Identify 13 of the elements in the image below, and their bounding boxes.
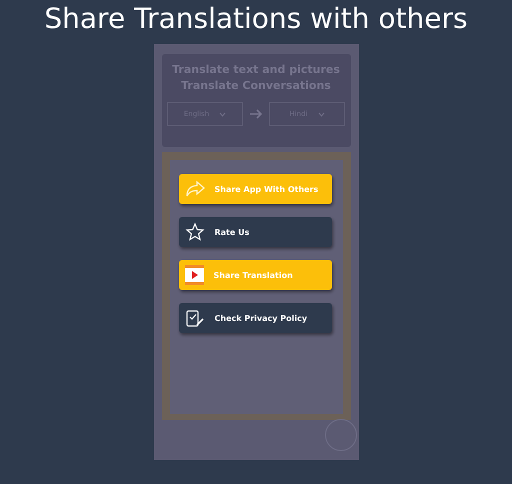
video-icon [184, 265, 204, 285]
menu-button[interactable]: Share App With Others [178, 174, 332, 204]
chevron-down-icon [219, 112, 226, 116]
menu-button[interactable]: Check Privacy Policy [178, 303, 332, 333]
menu-button[interactable]: Share Translation [178, 260, 332, 290]
chevron-down-icon [318, 112, 325, 116]
right-arrow-icon [249, 109, 263, 119]
star-icon [184, 222, 204, 242]
share-arrow-icon [184, 180, 204, 198]
policy-document-icon [184, 308, 204, 328]
floating-button[interactable] [324, 419, 356, 451]
menu-button[interactable]: Rate Us [178, 217, 332, 247]
page-title: Share Translations with others [44, 2, 468, 35]
